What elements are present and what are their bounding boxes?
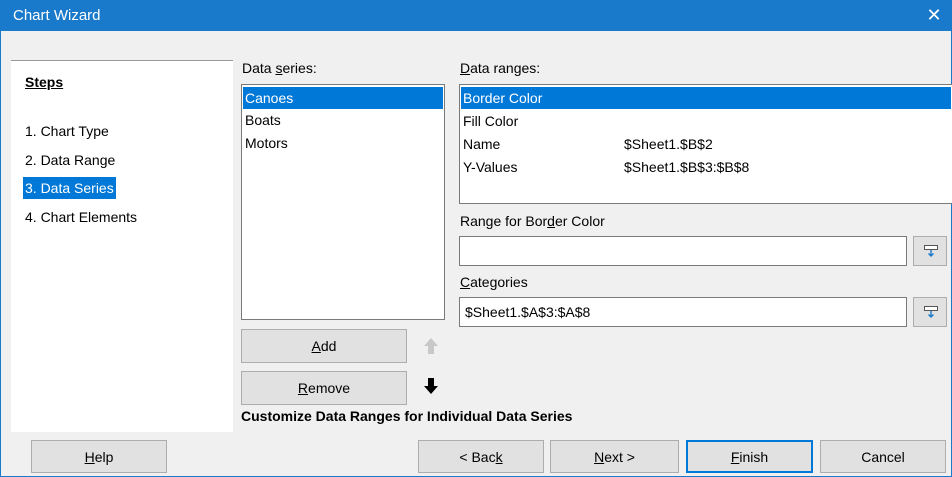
data-ranges-list[interactable]: Border Color Fill Color Name $Sheet1.$B$2… [459,84,952,204]
shrink-dialog-icon [924,245,938,257]
list-item[interactable]: Motors [243,132,443,154]
range-for-label: Range for Border Color [460,213,605,229]
steps-heading: Steps [25,74,64,90]
arrow-down-icon [424,378,438,394]
dialog-title: Chart Wizard [13,7,101,24]
steps-divider [11,60,233,61]
help-button[interactable]: Help [31,440,167,473]
data-series-list[interactable]: Canoes Boats Motors [241,84,445,320]
step-data-series[interactable]: 3. Data Series [23,177,116,199]
cancel-button[interactable]: Cancel [820,440,946,473]
table-row[interactable]: Border Color [461,87,951,109]
table-row[interactable]: Fill Color [461,110,951,132]
step-data-range[interactable]: 2. Data Range [23,149,117,171]
range-select-button[interactable] [913,236,947,266]
hint-text: Customize Data Ranges for Individual Dat… [241,408,573,424]
step-chart-type[interactable]: 1. Chart Type [23,120,111,142]
close-icon[interactable]: ✕ [916,0,952,31]
move-down-button[interactable] [421,371,441,401]
list-item[interactable]: Boats [243,109,443,131]
categories-select-button[interactable] [913,297,947,327]
remove-button[interactable]: Remove [241,371,407,405]
title-bar: Chart Wizard ✕ [1,0,952,31]
finish-button[interactable]: Finish [686,440,813,473]
data-series-label: Data series: [242,60,317,76]
table-row[interactable]: Name $Sheet1.$B$2 [461,133,951,155]
range-input[interactable] [459,236,907,266]
step-chart-elements[interactable]: 4. Chart Elements [23,206,139,228]
add-button[interactable]: Add [241,329,407,363]
table-row[interactable]: Y-Values $Sheet1.$B$3:$B$8 [461,156,951,178]
next-button[interactable]: Next > [550,440,679,473]
list-item[interactable]: Canoes [243,87,443,109]
arrow-up-icon [424,338,438,354]
back-button[interactable]: < Back [418,440,544,473]
data-ranges-label: Data ranges: [460,60,541,76]
shrink-dialog-icon [924,306,938,318]
categories-label: Categories [460,274,528,290]
steps-panel [11,60,233,432]
move-up-button[interactable] [421,331,441,361]
categories-input[interactable]: $Sheet1.$A$3:$A$8 [459,297,907,327]
chart-wizard-dialog: Chart Wizard ✕ Steps 1. Chart Type 2. Da… [0,0,952,477]
